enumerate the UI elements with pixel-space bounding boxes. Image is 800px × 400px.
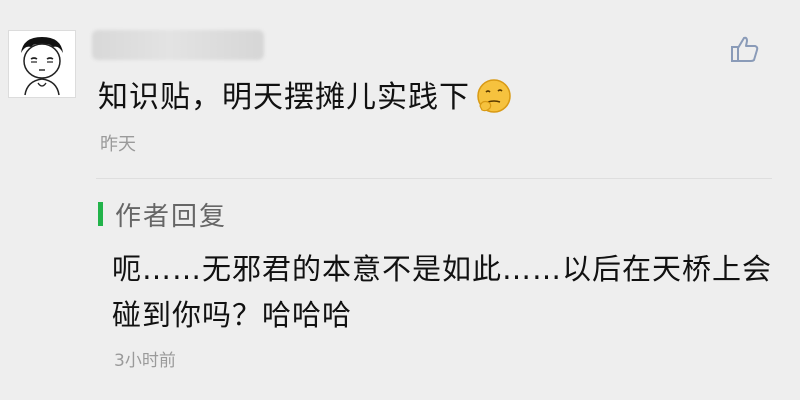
reply-timestamp: 3小时前 [114, 351, 176, 371]
thinking-face-emoji-icon [474, 76, 514, 116]
author-reply-header: 作者回复 [98, 196, 227, 232]
comment-text-content: 知识贴，明天摆摊儿实践下 [98, 80, 470, 115]
username-blurred [92, 30, 264, 60]
reply-accent-bar [98, 202, 103, 226]
author-reply-label: 作者回复 [115, 201, 228, 232]
like-button[interactable] [728, 32, 762, 66]
comment-card: 知识贴，明天摆摊儿实践下 昨天 作者回复 呃……无邪君的本意不是如此……以后在天… [0, 0, 800, 400]
thumbs-up-icon [731, 36, 759, 62]
divider [96, 178, 772, 179]
comment-text: 知识贴，明天摆摊儿实践下 [98, 76, 514, 120]
cartoon-face-icon [21, 37, 63, 96]
author-reply-text: 呃……无邪君的本意不是如此……以后在天桥上会碰到你吗？哈哈哈 [112, 252, 773, 332]
comment-timestamp: 昨天 [100, 134, 136, 155]
avatar[interactable] [8, 30, 76, 98]
